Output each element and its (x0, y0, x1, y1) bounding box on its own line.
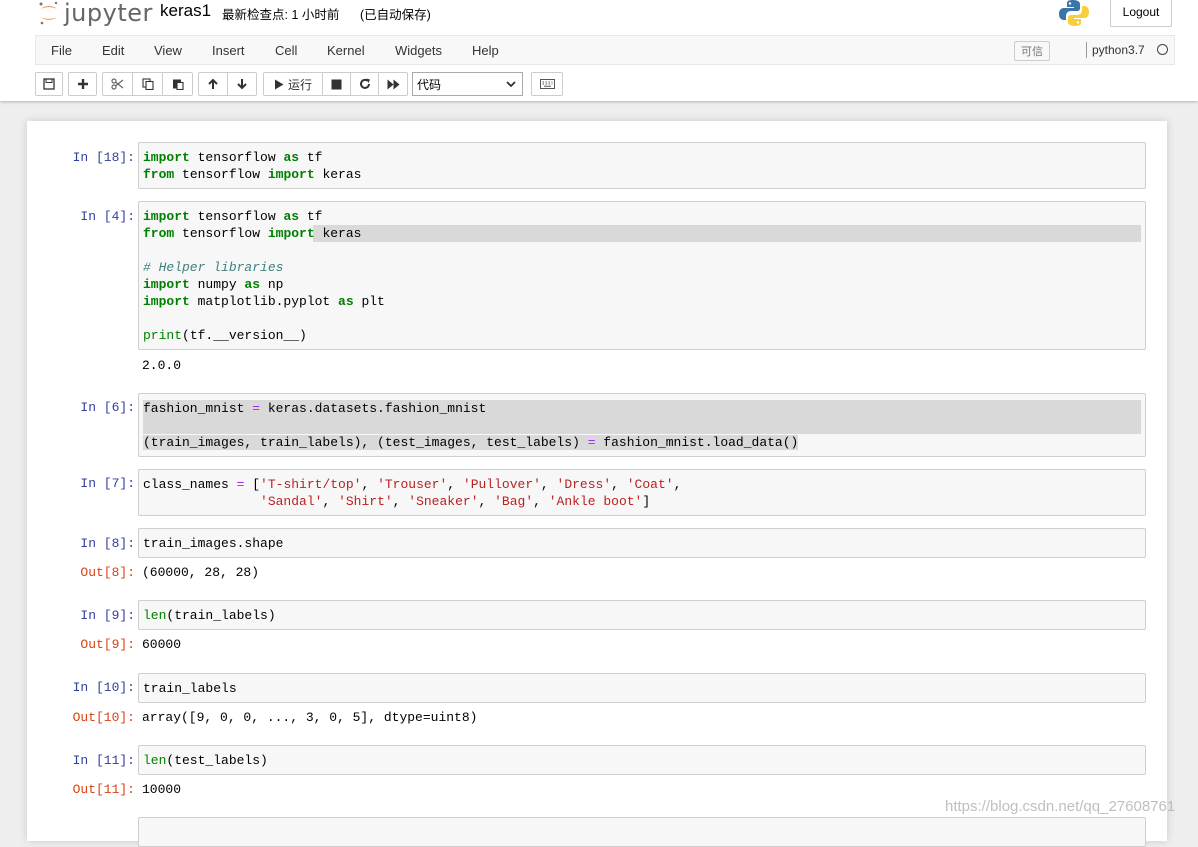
menu-file[interactable]: File (51, 43, 72, 58)
save-button[interactable] (35, 72, 63, 96)
menu-cell[interactable]: Cell (275, 43, 297, 58)
python-logo-icon (1058, 0, 1090, 31)
code-cell[interactable]: import tensorflow as tf from tensorflow i… (138, 142, 1146, 189)
input-prompt: In [7]: (80, 476, 135, 491)
cell-source: len(train_labels) (143, 608, 276, 623)
input-prompt: In [11]: (72, 753, 135, 768)
insert-cell-button[interactable] (68, 72, 97, 96)
chevron-down-icon (506, 81, 516, 88)
input-prompt: In [4]: (80, 209, 135, 224)
menu-insert[interactable]: Insert (212, 43, 245, 58)
watermark-text: https://blog.csdn.net/qq_27608761 (945, 798, 1176, 815)
cell-type-select[interactable]: 代码 (412, 72, 523, 96)
paste-icon (172, 79, 184, 90)
menu-kernel[interactable]: Kernel (327, 43, 365, 58)
code-cell[interactable] (138, 817, 1146, 847)
cell-output: 60000 (142, 637, 182, 652)
arrow-down-icon (237, 79, 247, 90)
code-cell[interactable]: len(train_labels) (138, 600, 1146, 630)
code-cell[interactable]: len(test_labels) (138, 745, 1146, 775)
kernel-idle-icon (1157, 44, 1168, 55)
checkpoint-status: 最新检查点: 1 小时前 (222, 8, 340, 22)
logout-button[interactable]: Logout (1110, 0, 1172, 27)
paste-button[interactable] (162, 72, 193, 96)
run-label: 运行 (287, 77, 312, 92)
save-icon (43, 78, 55, 90)
cell-source: fashion_mnist = keras.datasets.fashion_m… (139, 394, 1145, 455)
notebook-name[interactable]: keras1 (160, 1, 211, 21)
code-cell[interactable]: train_labels (138, 673, 1146, 703)
input-prompt: In [9]: (80, 608, 135, 623)
keyboard-icon (539, 79, 555, 89)
cell-source: import tensorflow as tf from tensorflow i… (139, 202, 1145, 348)
menu-edit[interactable]: Edit (102, 43, 124, 58)
input-prompt: In [6]: (80, 400, 135, 415)
notebook-container: In [18]: import tensorflow as tf from ten… (27, 121, 1167, 847)
cut-button[interactable] (102, 72, 133, 96)
fast-forward-icon (387, 79, 399, 89)
restart-icon (359, 78, 370, 89)
menu-help[interactable]: Help (472, 43, 499, 58)
plus-icon (77, 79, 88, 89)
trusted-indicator[interactable]: 可信 (1014, 41, 1050, 61)
cut-icon (111, 78, 124, 90)
code-cell[interactable]: import tensorflow as tf from tensorflow i… (138, 201, 1146, 350)
restart-run-all-button[interactable] (378, 72, 408, 96)
restart-button[interactable] (350, 72, 379, 96)
cell-source: len(test_labels) (143, 753, 268, 768)
menubar: File Edit View Insert Cell Kernel Widget… (35, 35, 1175, 65)
command-palette-button[interactable] (531, 72, 563, 96)
cell-output: array([9, 0, 0, ..., 3, 0, 5], dtype=uin… (142, 710, 478, 725)
kernel-name: python3.7 (1092, 43, 1145, 57)
jupyter-logo-text: jupyter (64, 0, 153, 27)
run-icon (274, 79, 284, 89)
autosave-status: (已自动保存) (360, 8, 431, 22)
cell-output: (60000, 28, 28) (142, 565, 260, 580)
output-prompt: Out[10]: (72, 710, 135, 725)
cell-source: train_labels (143, 681, 237, 696)
output-prompt: Out[9]: (80, 637, 135, 652)
stop-icon (331, 79, 342, 89)
code-cell[interactable]: fashion_mnist = keras.datasets.fashion_m… (138, 393, 1146, 457)
cell-output: 10000 (142, 782, 182, 797)
input-prompt: In [10]: (72, 680, 135, 695)
kernel-separator (1086, 42, 1087, 58)
menu-view[interactable]: View (154, 43, 182, 58)
copy-button[interactable] (132, 72, 163, 96)
output-prompt: Out[11]: (72, 782, 135, 797)
cell-output: 2.0.0 (142, 358, 182, 373)
code-cell[interactable]: train_images.shape (138, 528, 1146, 558)
header: jupyter keras1 最新检查点: 1 小时前 (已自动保存) Logo… (0, 0, 1198, 101)
input-prompt: In [8]: (80, 536, 135, 551)
jupyter-logo-icon (39, 1, 58, 25)
move-down-button[interactable] (227, 72, 257, 96)
copy-icon (141, 78, 154, 90)
move-up-button[interactable] (198, 72, 228, 96)
jupyter-logo[interactable]: jupyter (38, 0, 153, 27)
input-prompt: In [18]: (72, 150, 135, 165)
arrow-up-icon (208, 78, 218, 89)
cell-type-value: 代码 (417, 77, 442, 92)
cell-source: import tensorflow as tf from tensorflow i… (143, 150, 362, 182)
interrupt-button[interactable] (322, 72, 351, 96)
code-cell[interactable]: class_names = ['T-shirt/top', 'Trouser',… (138, 469, 1146, 516)
cell-source: class_names = ['T-shirt/top', 'Trouser',… (143, 477, 682, 509)
run-button[interactable]: 运行 (263, 72, 323, 96)
menu-widgets[interactable]: Widgets (395, 43, 442, 58)
output-prompt: Out[8]: (80, 565, 135, 580)
cell-source: train_images.shape (143, 536, 284, 551)
